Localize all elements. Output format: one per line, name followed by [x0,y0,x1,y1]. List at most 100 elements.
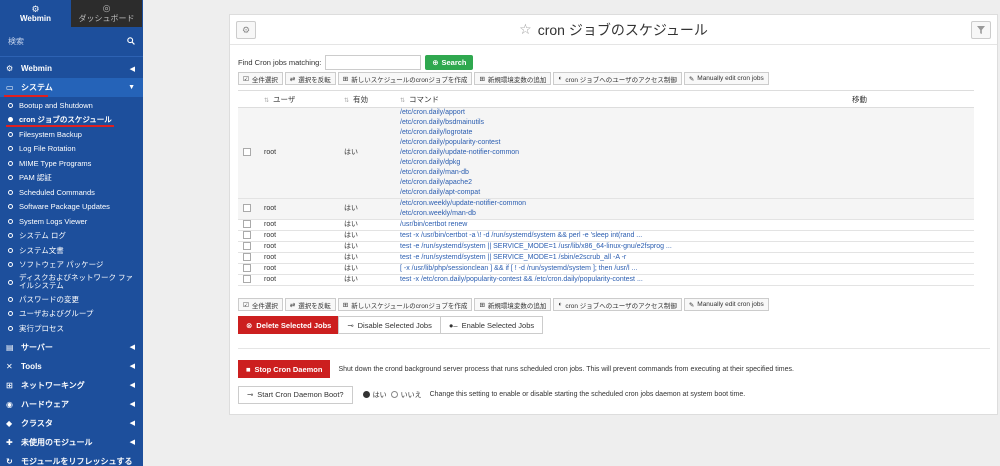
disable-selected-button[interactable]: ⊸ Disable Selected Jobs [338,316,441,334]
sidebar-item-pkg-updates[interactable]: Software Package Updates [0,200,143,215]
boot-no-label: いいえ [400,391,422,399]
command-link[interactable]: test -e /run/systemd/system || SERVICE_M… [400,253,850,263]
command-link[interactable]: test -x /usr/bin/certbot -a \! -d /run/s… [400,231,850,241]
sidebar-cat-hardware[interactable]: ◉ ハードウェア ◀ [0,395,143,414]
header-user[interactable]: ⇅ ユーザ [262,90,342,108]
sidebar-item-fs-backup[interactable]: Filesystem Backup [0,127,143,142]
plus-icon: ⊞ [479,301,485,309]
caret-left-icon: ◀ [129,363,135,370]
row-checkbox[interactable] [243,148,251,157]
command-link[interactable]: /etc/cron.daily/bsdmainutils [400,118,850,128]
stop-daemon-label: Stop Cron Daemon [254,364,323,374]
command-link[interactable]: /etc/cron.daily/apport [400,108,850,118]
new-env-button[interactable]: ⊞ 新規環境変数の追加 [474,72,552,85]
row-commands: [ -x /usr/lib/php/sessionclean ] && if [… [398,263,850,275]
sidebar-cat-networking[interactable]: ⊞ ネットワーキング ◀ [0,376,143,395]
sidebar-item-processes[interactable]: 実行プロセス [0,321,143,336]
table-row: root はい/usr/bin/certbot renew [238,219,974,231]
row-user: root [262,241,342,253]
sidebar-item-scheduled[interactable]: Scheduled Commands [0,185,143,200]
row-checkbox[interactable] [243,264,251,273]
filter-button[interactable] [971,21,991,39]
search-button[interactable]: ⊕ Search [425,54,474,70]
manual-edit-button[interactable]: ✎ Manually edit cron jobs [683,72,769,85]
select-all-button[interactable]: ☑ 全件選択 [238,298,283,311]
new-job-button[interactable]: ⊞ 新しいスケジュールのcronジョブを作成 [337,298,473,311]
row-checkbox[interactable] [243,275,251,284]
command-link[interactable]: /etc/cron.weekly/update-notifier-common [400,199,850,209]
command-link[interactable]: /etc/cron.daily/logrotate [400,128,850,138]
sidebar-item-logs-viewer[interactable]: System Logs Viewer [0,214,143,229]
command-link[interactable]: /etc/cron.weekly/man-db [400,209,850,219]
tab-webmin[interactable]: ⚙ Webmin [0,0,71,27]
system-submenu: Bootup and Shutdown cron ジョブのスケジュール File… [0,97,143,336]
network-icon: ⊞ [6,380,13,390]
sidebar-item-logrotate[interactable]: Log File Rotation [0,142,143,157]
sidebar-item-disk-nfs[interactable]: ディスクおよびネットワーク ファイルシステム [0,272,143,292]
sidebar-item-bootup[interactable]: Bootup and Shutdown [0,98,143,113]
sidebar-item-users-groups[interactable]: ユーザおよびグループ [0,307,143,322]
row-checkbox[interactable] [243,231,251,240]
search-icon[interactable] [127,36,135,47]
boot-no-radio[interactable] [390,391,398,398]
sidebar-item-label: System Logs Viewer [19,216,88,226]
delete-selected-button[interactable]: ⊗ Delete Selected Jobs [238,316,340,334]
sidebar-item-pam[interactable]: PAM 認証 [0,171,143,186]
sidebar-search[interactable]: 検索 [0,27,143,57]
sidebar-cat-servers[interactable]: ▤ サーバー ◀ [0,338,143,357]
hardware-icon: ◉ [6,399,13,409]
command-link[interactable]: /etc/cron.daily/man-db [400,168,850,178]
sidebar-item-packages[interactable]: ソフトウェア パッケージ [0,258,143,273]
command-link[interactable]: /usr/bin/certbot renew [400,220,850,230]
row-checkbox[interactable] [243,204,251,213]
select-all-button[interactable]: ☑ 全件選択 [238,72,283,85]
command-link[interactable]: /etc/cron.daily/dpkg [400,158,850,168]
command-link[interactable]: /etc/cron.daily/apache2 [400,178,850,188]
command-link[interactable]: test -x /etc/cron.daily/popularity-conte… [400,275,850,285]
tab-dashboard[interactable]: ◎ ダッシュボード [71,0,142,27]
row-checkbox[interactable] [243,253,251,262]
manual-edit-button[interactable]: ✎ Manually edit cron jobs [683,298,769,311]
command-link[interactable]: test -e /run/systemd/system || SERVICE_M… [400,242,850,252]
new-env-button[interactable]: ⊞ 新規環境変数の追加 [474,298,552,311]
invert-label: 選択を反転 [298,76,331,84]
check-square-icon: ☑ [243,301,249,309]
sidebar-item-syslog[interactable]: システム ログ [0,229,143,244]
sidebar-cat-cluster[interactable]: ◆ クラスタ ◀ [0,414,143,433]
find-input[interactable] [325,54,422,70]
favorite-star-icon[interactable]: ☆ [519,21,532,38]
sidebar-cat-unused[interactable]: ✚ 未使用のモジュール ◀ [0,433,143,452]
boot-daemon-description: Change this setting to enable or disable… [429,391,746,398]
row-select-cell [238,241,262,253]
access-control-button[interactable]: ◐ cron ジョブへのユーザのアクセス制御 [553,298,682,311]
row-select-cell [238,198,262,220]
header-active[interactable]: ⇅ 有効 [342,90,398,108]
new-job-button[interactable]: ⊞ 新しいスケジュールのcronジョブを作成 [337,72,473,85]
row-checkbox[interactable] [243,220,251,229]
access-control-button[interactable]: ◐ cron ジョブへのユーザのアクセス制御 [553,72,682,85]
disable-label: Disable Selected Jobs [357,320,432,330]
lock-icon: ◐ [558,301,563,308]
command-link[interactable]: /etc/cron.daily/apt-compat [400,188,850,198]
sidebar-item-cron[interactable]: cron ジョブのスケジュール [0,113,143,127]
invert-selection-button[interactable]: ⇄ 選択を反転 [284,298,336,311]
boot-daemon-button[interactable]: ⊸ Start Cron Daemon Boot? [238,385,353,404]
sidebar-item-password[interactable]: パスワードの変更 [0,292,143,307]
module-config-button[interactable]: ⚙ [236,21,256,39]
sidebar-refresh-modules[interactable]: ↻ モジュールをリフレッシュする [0,452,143,466]
command-link[interactable]: /etc/cron.daily/update-notifier-common [400,148,850,158]
sidebar-cat-webmin[interactable]: ⚙ Webmin ◀ [0,59,143,78]
invert-selection-button[interactable]: ⇄ 選択を反転 [284,72,336,85]
row-checkbox[interactable] [243,242,251,251]
command-link[interactable]: [ -x /usr/lib/php/sessionclean ] && if [… [400,264,850,274]
sidebar-cat-tools[interactable]: ✕ Tools ◀ [0,357,143,376]
sidebar-item-sysdocs[interactable]: システム文書 [0,243,143,258]
sidebar-cat-system[interactable]: ▭ システム ▼ [0,78,143,97]
command-link[interactable]: /etc/cron.daily/popularity-contest [400,138,850,148]
sidebar-item-mime[interactable]: MIME Type Programs [0,156,143,171]
access-label: cron ジョブへのユーザのアクセス制御 [565,76,677,84]
boot-yes-radio[interactable] [362,391,370,398]
header-command[interactable]: ⇅ コマンド [398,90,850,108]
enable-selected-button[interactable]: ●‒ Enable Selected Jobs [439,316,544,334]
stop-daemon-button[interactable]: ■ Stop Cron Daemon [238,360,331,378]
